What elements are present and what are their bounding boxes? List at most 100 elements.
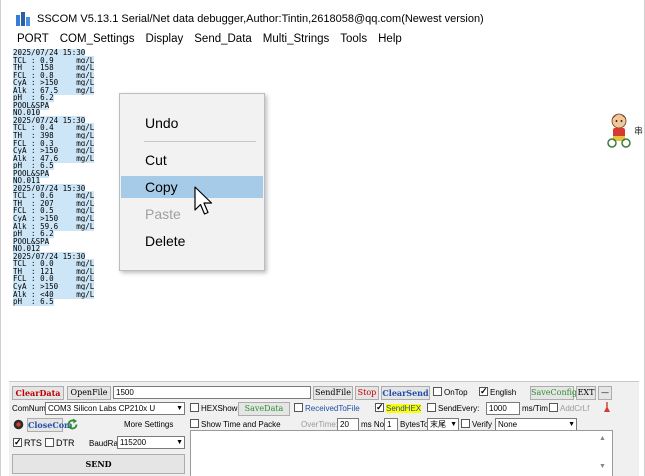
log-line: FCL : 0.8 mg/L bbox=[13, 70, 639, 80]
ext-button[interactable]: EXT bbox=[576, 386, 596, 400]
menu-com-settings[interactable]: COM_Settings bbox=[60, 33, 135, 45]
menu-send-data[interactable]: Send_Data bbox=[194, 33, 252, 45]
log-line: CyA : >150 mg/L bbox=[13, 78, 639, 88]
refresh-icon[interactable] bbox=[66, 418, 79, 431]
log-line: POOL&SPA bbox=[13, 236, 639, 246]
collapse-button[interactable]: — bbox=[598, 386, 612, 400]
hex-show-label: HEXShow bbox=[201, 404, 238, 413]
dtr-label: DTR bbox=[56, 438, 75, 448]
stop-button[interactable]: Stop bbox=[355, 386, 379, 400]
baud-rate-value: 115200 bbox=[120, 438, 147, 447]
log-line: Alk : <40 mg/L bbox=[13, 289, 639, 299]
context-menu-delete[interactable]: Delete bbox=[121, 230, 263, 252]
app-window: SSCOM V5.13.1 Serial/Net data debugger,A… bbox=[0, 0, 645, 476]
clear-send-button[interactable]: ClearSend bbox=[381, 386, 430, 400]
log-line: NO.011 bbox=[13, 176, 639, 186]
more-settings-button[interactable]: More Settings bbox=[124, 419, 173, 431]
close-com-button[interactable]: CloseCom bbox=[27, 418, 73, 432]
received-to-file-checkbox[interactable]: ReceivedToFile bbox=[294, 403, 360, 415]
dropdown-arrow-icon: ▼ bbox=[176, 405, 183, 412]
context-menu-paste[interactable]: Paste bbox=[121, 203, 263, 225]
verify-value: None bbox=[498, 420, 518, 429]
dropdown-arrow-icon: ▼ bbox=[176, 439, 183, 446]
send-every-label: SendEvery: bbox=[438, 404, 480, 413]
on-top-checkbox[interactable]: OnTop bbox=[433, 387, 468, 399]
save-data-button[interactable]: SaveData bbox=[238, 402, 290, 416]
verify-box-icon bbox=[461, 419, 470, 428]
send-every-box-icon bbox=[427, 403, 436, 412]
log-line: NO.012 bbox=[13, 244, 639, 254]
send-input-scrollbar[interactable]: ▲ ▼ bbox=[594, 431, 612, 476]
menu-tools[interactable]: Tools bbox=[340, 33, 367, 45]
log-line: TCL : 0.0 mg/L bbox=[13, 259, 639, 269]
log-line: TH : 207 mg/L bbox=[13, 198, 639, 208]
context-menu: Undo Cut Copy Paste Delete bbox=[119, 93, 265, 271]
add-crlf-box-icon bbox=[549, 403, 558, 412]
mascot-icon bbox=[607, 113, 631, 148]
context-menu-cut[interactable]: Cut bbox=[121, 149, 263, 171]
save-config-button[interactable]: SaveConfig bbox=[530, 386, 577, 400]
edge-label: 串 bbox=[634, 126, 644, 136]
english-box-icon bbox=[479, 385, 488, 397]
send-every-checkbox[interactable]: SendEvery: bbox=[427, 403, 479, 415]
log-line: NO.010 bbox=[13, 108, 639, 118]
log-line: POOL&SPA bbox=[13, 100, 639, 110]
log-line: pH : 6.2 bbox=[13, 229, 639, 239]
dropdown-arrow-icon: ▼ bbox=[450, 421, 457, 428]
add-crlf-checkbox[interactable]: AddCrLf bbox=[549, 403, 589, 415]
log-line: pH : 6.5 bbox=[13, 297, 639, 307]
menu-port[interactable]: PORT bbox=[17, 33, 49, 45]
rts-checkbox[interactable]: RTS bbox=[13, 436, 42, 449]
ms-tim-label: ms/Tim bbox=[522, 404, 548, 413]
window-title: SSCOM V5.13.1 Serial/Net data debugger,A… bbox=[37, 13, 484, 25]
pin-icon bbox=[604, 402, 610, 412]
log-line: FCL : 0.3 mg/L bbox=[13, 138, 639, 148]
on-top-box-icon bbox=[433, 387, 442, 396]
log-line: POOL&SPA bbox=[13, 168, 639, 178]
send-hex-box-icon bbox=[375, 401, 384, 413]
log-line: TCL : 0.9 mg/L bbox=[13, 55, 639, 65]
send-hex-checkbox[interactable]: SendHEX bbox=[375, 401, 422, 415]
send-text-input[interactable] bbox=[190, 430, 613, 476]
dtr-box-icon bbox=[45, 438, 54, 447]
log-line: 2025/07/24 15:30 bbox=[13, 251, 639, 261]
baud-rate-label: BaudRat bbox=[89, 439, 121, 448]
clear-data-button[interactable]: ClearData bbox=[12, 386, 64, 400]
baud-rate-dropdown[interactable]: 115200 ▼ bbox=[117, 436, 185, 449]
rts-box-icon bbox=[13, 436, 22, 448]
log-line: 2025/07/24 15:30 bbox=[13, 115, 639, 125]
send-button[interactable]: SEND bbox=[12, 454, 185, 474]
context-menu-undo[interactable]: Undo bbox=[121, 112, 263, 134]
rts-label: RTS bbox=[24, 438, 42, 448]
received-to-file-label: ReceivedToFile bbox=[305, 404, 360, 413]
file-path-input[interactable]: 1500 bbox=[113, 386, 311, 399]
receive-data-area[interactable]: 2025/07/24 15:30 TCL : 0.9 mg/L TH : 158 m… bbox=[13, 49, 639, 379]
english-checkbox[interactable]: English bbox=[479, 385, 516, 399]
log-line: CyA : >150 mg/L bbox=[13, 214, 639, 224]
app-logo-icon bbox=[15, 11, 31, 27]
log-line: TCL : 0.4 mg/L bbox=[13, 123, 639, 133]
scroll-down-icon[interactable]: ▼ bbox=[599, 463, 606, 470]
hex-show-checkbox[interactable]: HEXShow bbox=[190, 403, 237, 415]
log-line: CyA : >150 mg/L bbox=[13, 281, 639, 291]
menu-display[interactable]: Display bbox=[146, 33, 184, 45]
log-line: FCL : 0.0 mg/L bbox=[13, 274, 639, 284]
context-menu-copy[interactable]: Copy bbox=[121, 176, 263, 198]
show-time-box-icon bbox=[190, 419, 199, 428]
menu-help[interactable]: Help bbox=[378, 33, 402, 45]
on-top-label: OnTop bbox=[444, 388, 468, 397]
dtr-checkbox[interactable]: DTR bbox=[45, 437, 75, 449]
verify-label: Verify bbox=[472, 420, 493, 429]
open-file-button[interactable]: OpenFile bbox=[67, 386, 111, 400]
com-port-dropdown[interactable]: COM3 Silicon Labs CP210x U ▼ bbox=[45, 402, 185, 415]
scroll-up-icon[interactable]: ▲ bbox=[599, 435, 606, 442]
show-time-label: Show Time and Packe bbox=[201, 420, 281, 429]
hex-show-box-icon bbox=[190, 403, 199, 412]
received-log: 2025/07/24 15:30 TCL : 0.9 mg/L TH : 158 m… bbox=[13, 49, 639, 307]
send-every-input[interactable]: 1000 bbox=[486, 402, 520, 415]
send-file-button[interactable]: SendFile bbox=[313, 386, 353, 400]
log-line: TH : 158 mg/L bbox=[13, 63, 639, 73]
menu-multi-strings[interactable]: Multi_Strings bbox=[263, 33, 329, 45]
add-crlf-label: AddCrLf bbox=[560, 404, 590, 413]
dropdown-arrow-icon: ▼ bbox=[568, 421, 575, 428]
